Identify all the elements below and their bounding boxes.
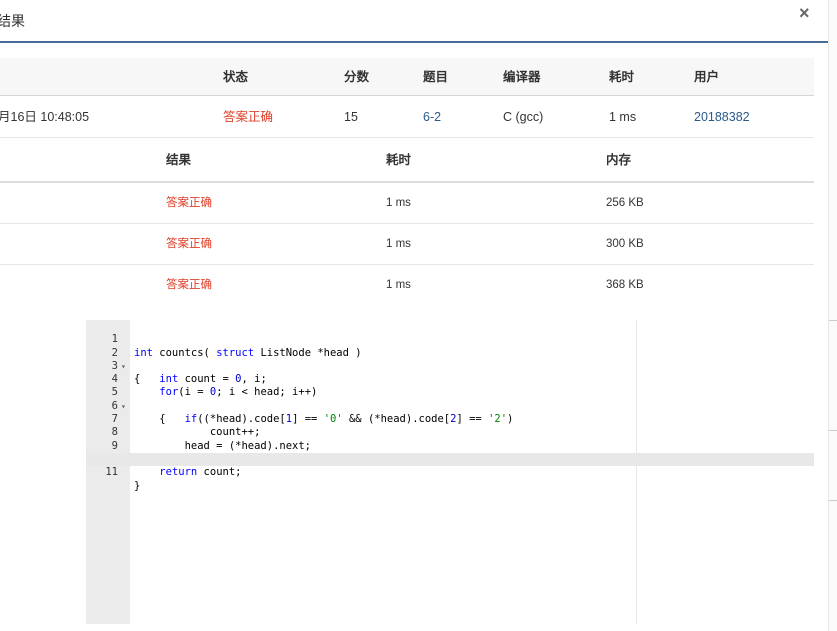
code-text: }: [134, 479, 141, 492]
col-score: 分数: [344, 70, 370, 84]
submission-row: 月16日 10:48:05 答案正确 15 6-2 C (gcc) 1 ms 2…: [0, 96, 814, 138]
case-time: 1 ms: [386, 197, 411, 209]
modal-header: 结果 ×: [0, 0, 828, 43]
col-memory: 内存: [606, 153, 632, 167]
col-user: 用户: [694, 70, 720, 84]
code-line: 9 }: [86, 426, 814, 465]
test-case-row: 答案正确 1 ms 300 KB: [0, 224, 814, 265]
code-line: 4 for(i = 0; i < head; i++): [86, 360, 814, 398]
submission-header-row: 状态 分数 题目 编译器 耗时 用户: [0, 58, 814, 96]
code-line: 5 ▾ {: [86, 373, 814, 425]
col-status: 状态: [223, 70, 249, 84]
case-result: 答案正确: [166, 279, 212, 291]
duration-value: 1 ms: [609, 110, 637, 124]
code-line-active: 11 }: [86, 453, 814, 492]
case-time: 1 ms: [386, 279, 411, 291]
test-case-table: 结果 耗时 内存 答案正确 1 ms 256 KB 答案正确 1 ms 300 …: [0, 138, 814, 306]
col-problem: 题目: [423, 70, 449, 84]
test-case-header-row: 结果 耗时 内存: [0, 138, 814, 183]
code-line: 3 int count = 0, i;: [86, 347, 814, 385]
case-memory: 300 KB: [606, 238, 644, 250]
code-line: 6 if((*head).code[1] == '0' && (*head).c…: [86, 387, 814, 425]
code-line: 1 int countcs( struct ListNode *head ): [86, 320, 814, 358]
code-line: 7 count++;: [86, 400, 814, 438]
col-result: 结果: [166, 153, 192, 167]
case-result: 答案正确: [166, 238, 212, 250]
code-text: return count;: [159, 466, 242, 479]
submit-time: 月16日 10:48:05: [0, 110, 90, 124]
modal-title: 结果: [0, 13, 25, 29]
test-case-row: 答案正确 1 ms 368 KB: [0, 265, 814, 306]
submission-table: 状态 分数 题目 编译器 耗时 用户 月16日 10:48:05 答案正确 15…: [0, 58, 814, 138]
line-number: 11: [105, 466, 118, 479]
code-editor[interactable]: 1 int countcs( struct ListNode *head ) 2…: [86, 320, 814, 624]
case-memory: 368 KB: [606, 279, 644, 291]
col-compiler: 编译器: [503, 70, 541, 84]
code-line: 2 ▾ {: [86, 333, 814, 386]
case-result: 答案正确: [166, 197, 212, 209]
code-line: 8 head = (*head).next;: [86, 413, 814, 451]
col-duration: 耗时: [609, 70, 635, 84]
score-value: 15: [344, 110, 358, 124]
case-time: 1 ms: [386, 238, 411, 250]
user-link[interactable]: 20188382: [694, 96, 750, 138]
problem-link[interactable]: 6-2: [423, 96, 441, 138]
code-line: 10 return count;: [86, 440, 814, 478]
compiler-value: C (gcc): [503, 110, 544, 124]
close-icon[interactable]: ×: [799, 3, 810, 23]
col-time: 耗时: [386, 153, 412, 167]
scrollbar[interactable]: [828, 0, 837, 631]
case-memory: 256 KB: [606, 197, 644, 209]
status-badge: 答案正确: [223, 110, 274, 124]
test-case-row: 答案正确 1 ms 256 KB: [0, 183, 814, 224]
